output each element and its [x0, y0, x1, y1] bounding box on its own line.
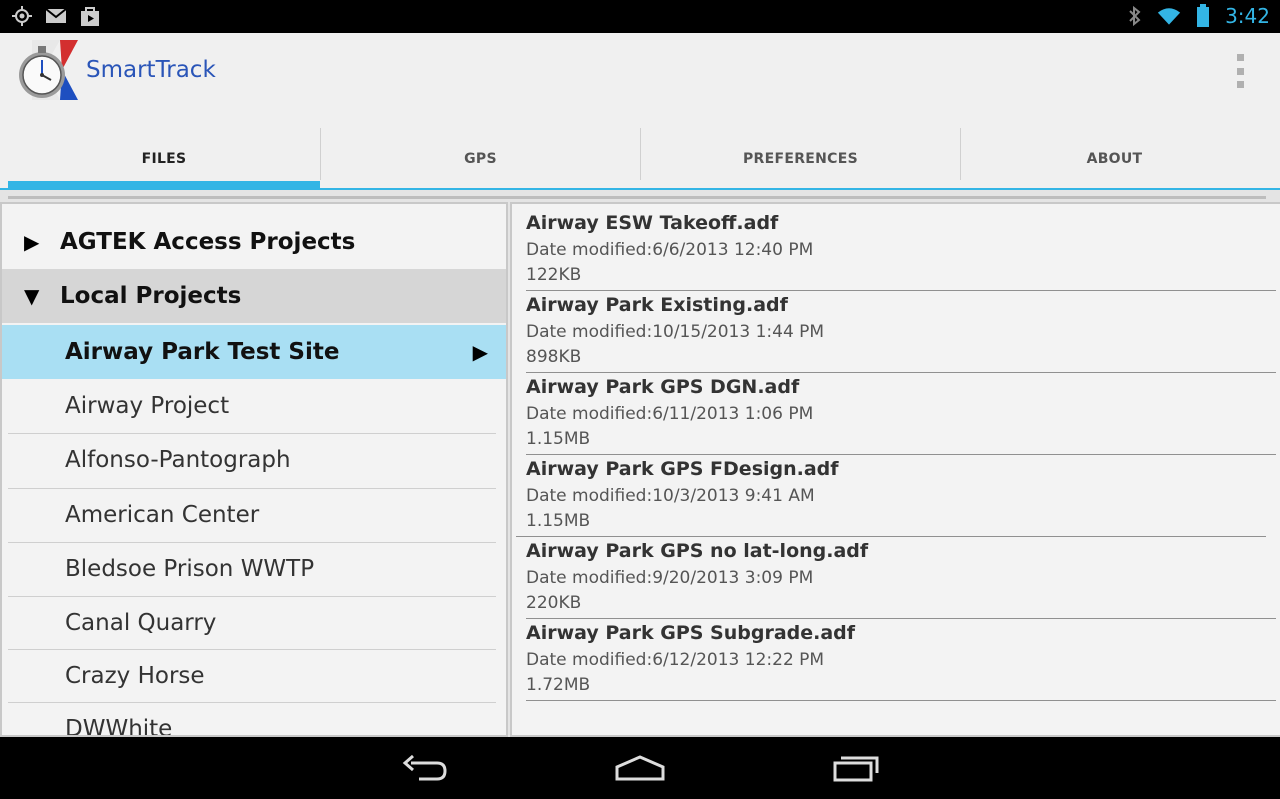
- clock: 3:42: [1225, 4, 1270, 28]
- file-name: Airway Park Existing.adf: [526, 294, 788, 316]
- project-label: Crazy Horse: [65, 663, 205, 689]
- file-size: 1.15MB: [526, 511, 591, 531]
- bluetooth-icon: [1123, 5, 1147, 27]
- tab-bar: FILES GPS PREFERENCES ABOUT: [0, 108, 1280, 190]
- selected-arrow-icon: ▶: [472, 340, 488, 364]
- file-size: 1.15MB: [526, 429, 591, 449]
- list-divider: [526, 290, 1276, 291]
- tab-gps[interactable]: GPS: [321, 128, 640, 189]
- file-item[interactable]: Airway ESW Takeoff.adf Date modified:6/6…: [526, 210, 1276, 292]
- collapse-arrow-icon: ▼: [24, 284, 40, 308]
- tab-files[interactable]: FILES: [8, 128, 320, 189]
- file-item[interactable]: Airway Park GPS DGN.adf Date modified:6/…: [526, 374, 1276, 456]
- group-agtek-access-projects[interactable]: ▶ AGTEK Access Projects: [2, 215, 506, 269]
- file-date: Date modified:10/15/2013 1:44 PM: [526, 322, 825, 342]
- play-store-icon: [78, 5, 102, 27]
- project-item-american-center[interactable]: American Center: [2, 488, 506, 542]
- tab-indicator: [8, 181, 320, 188]
- recent-apps-icon[interactable]: [826, 751, 886, 785]
- file-name: Airway Park GPS DGN.adf: [526, 376, 800, 398]
- file-date: Date modified:9/20/2013 3:09 PM: [526, 568, 814, 588]
- file-name: Airway Park GPS FDesign.adf: [526, 458, 839, 480]
- file-name: Airway Park GPS Subgrade.adf: [526, 622, 856, 644]
- overflow-menu-button[interactable]: [1230, 51, 1250, 91]
- expand-arrow-icon: ▶: [24, 230, 40, 254]
- overflow-dot: [1236, 54, 1244, 61]
- tab-about[interactable]: ABOUT: [961, 128, 1268, 189]
- home-icon[interactable]: [610, 751, 670, 785]
- project-list-pane[interactable]: ▶ AGTEK Access Projects ▼ Local Projects…: [0, 202, 508, 737]
- project-item-crazy-horse[interactable]: Crazy Horse: [2, 649, 506, 703]
- list-divider: [526, 454, 1276, 455]
- file-date: Date modified:6/6/2013 12:40 PM: [526, 240, 814, 260]
- gmail-icon: [44, 5, 68, 27]
- gps-icon: [10, 5, 34, 27]
- project-item-bledsoe-prison-wwtp[interactable]: Bledsoe Prison WWTP: [2, 542, 506, 596]
- wifi-icon: [1157, 5, 1181, 27]
- project-label: Alfonso-Pantograph: [65, 447, 291, 473]
- file-item[interactable]: Airway Park Existing.adf Date modified:1…: [526, 292, 1276, 374]
- battery-icon: [1191, 4, 1215, 27]
- file-item[interactable]: Airway Park GPS FDesign.adf Date modifie…: [526, 456, 1276, 538]
- project-item-dwwhite[interactable]: DWWhite: [2, 702, 506, 737]
- project-label: Canal Quarry: [65, 610, 217, 636]
- file-name: Airway Park GPS no lat-long.adf: [526, 540, 869, 562]
- file-list-pane[interactable]: Airway ESW Takeoff.adf Date modified:6/6…: [510, 202, 1280, 737]
- content-area: ▶ AGTEK Access Projects ▼ Local Projects…: [0, 190, 1280, 737]
- project-label: Airway Park Test Site: [65, 339, 340, 365]
- project-label: Airway Project: [65, 393, 230, 419]
- app-title: SmartTrack: [86, 57, 216, 83]
- overflow-dot: [1236, 67, 1244, 75]
- project-label: American Center: [65, 502, 260, 528]
- file-item[interactable]: Airway Park GPS Subgrade.adf Date modifi…: [526, 620, 1276, 702]
- app-logo-icon[interactable]: [14, 38, 80, 104]
- tab-preferences[interactable]: PREFERENCES: [641, 128, 960, 189]
- project-item-alfonso-pantograph[interactable]: Alfonso-Pantograph: [2, 433, 506, 487]
- file-date: Date modified:6/11/2013 1:06 PM: [526, 404, 814, 424]
- project-item-airway-park-test-site[interactable]: Airway Park Test Site ▶: [2, 325, 506, 379]
- project-label: Bledsoe Prison WWTP: [65, 556, 315, 582]
- project-item-canal-quarry[interactable]: Canal Quarry: [2, 596, 506, 650]
- navigation-bar: [0, 737, 1280, 799]
- list-divider: [516, 536, 1266, 537]
- file-size: 1.72MB: [526, 675, 591, 695]
- group-local-projects[interactable]: ▼ Local Projects: [2, 269, 506, 323]
- list-divider: [526, 372, 1276, 373]
- project-item-airway-project[interactable]: Airway Project: [2, 379, 506, 433]
- status-bar: 3:42: [0, 0, 1280, 33]
- action-bar: SmartTrack: [0, 33, 1280, 108]
- overflow-dot: [1236, 81, 1244, 88]
- file-item[interactable]: Airway Park GPS no lat-long.adf Date mod…: [526, 538, 1276, 620]
- list-divider: [526, 618, 1276, 619]
- file-size: 898KB: [526, 347, 582, 367]
- file-size: 122KB: [526, 265, 582, 285]
- file-date: Date modified:6/12/2013 12:22 PM: [526, 650, 825, 670]
- list-divider: [526, 700, 1276, 701]
- group-label: AGTEK Access Projects: [60, 229, 356, 255]
- file-date: Date modified:10/3/2013 9:41 AM: [526, 486, 815, 506]
- group-label: Local Projects: [60, 283, 242, 309]
- project-label: DWWhite: [65, 716, 173, 737]
- file-size: 220KB: [526, 593, 582, 613]
- content-divider: [8, 196, 1266, 199]
- back-icon[interactable]: [394, 751, 454, 785]
- file-name: Airway ESW Takeoff.adf: [526, 212, 779, 234]
